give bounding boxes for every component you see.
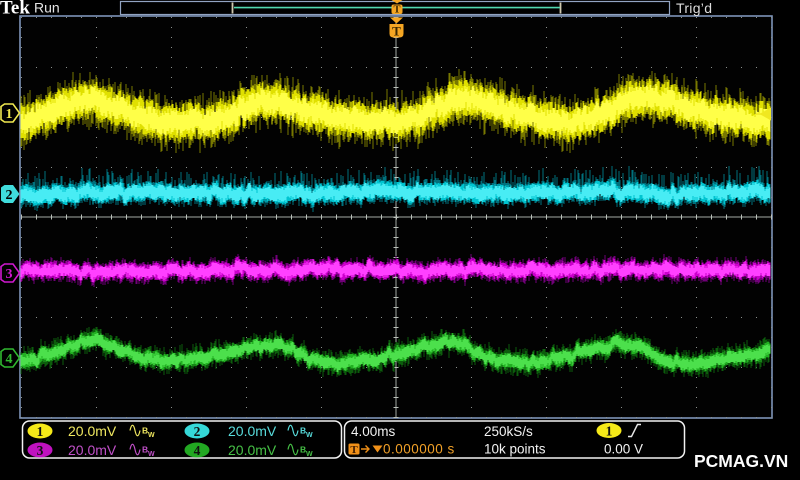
svg-text:2: 2 xyxy=(194,424,201,439)
svg-text:1: 1 xyxy=(37,424,44,439)
svg-text:W: W xyxy=(148,432,155,439)
svg-text:Run: Run xyxy=(34,0,60,16)
svg-text:PCMAG.VN: PCMAG.VN xyxy=(694,451,788,471)
svg-text:20.0mV: 20.0mV xyxy=(228,442,277,458)
svg-text:20.0mV: 20.0mV xyxy=(68,423,117,439)
svg-text:W: W xyxy=(306,451,313,458)
svg-text:3: 3 xyxy=(6,267,13,282)
svg-text:2: 2 xyxy=(6,188,13,203)
svg-text:1: 1 xyxy=(6,107,13,122)
svg-text:20.0mV: 20.0mV xyxy=(228,423,277,439)
svg-text:T: T xyxy=(393,5,400,16)
svg-text:250kS/s: 250kS/s xyxy=(484,424,533,439)
svg-text:1: 1 xyxy=(606,424,613,439)
svg-text:3: 3 xyxy=(37,443,44,458)
svg-text:T: T xyxy=(392,24,401,39)
svg-text:0.000000 s: 0.000000 s xyxy=(383,442,455,457)
svg-text:Tek: Tek xyxy=(0,0,30,19)
svg-text:W: W xyxy=(148,451,155,458)
svg-text:T: T xyxy=(350,444,358,456)
svg-text:4: 4 xyxy=(6,352,13,367)
svg-text:W: W xyxy=(306,432,313,439)
svg-text:10k points: 10k points xyxy=(484,442,546,457)
svg-text:20.0mV: 20.0mV xyxy=(68,442,117,458)
svg-text:Trig’d: Trig’d xyxy=(676,0,712,16)
svg-text:4.00ms: 4.00ms xyxy=(351,424,396,439)
svg-text:0.00 V: 0.00 V xyxy=(604,442,643,457)
svg-text:4: 4 xyxy=(194,443,201,458)
